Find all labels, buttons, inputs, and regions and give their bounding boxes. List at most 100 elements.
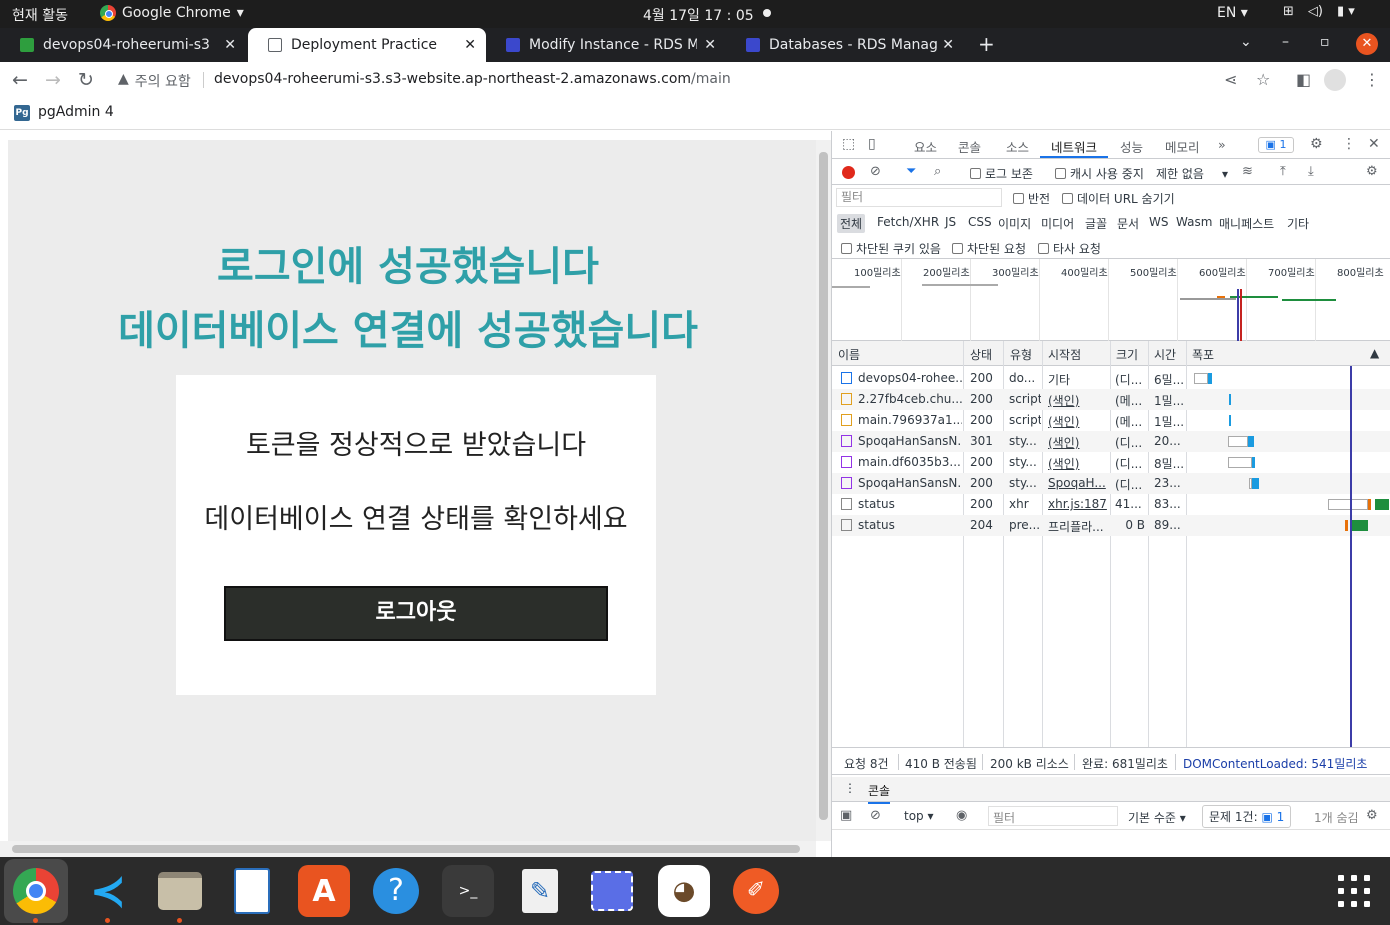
clear-console-icon[interactable]: ⊘ [870,808,881,823]
disable-cache-checkbox[interactable]: 캐시 사용 중지 [1055,165,1144,182]
console-settings-gear-icon[interactable]: ⚙ [1366,808,1378,823]
close-devtools-icon[interactable]: ✕ [1368,136,1380,152]
table-row[interactable]: main.df6035b3.... 200 sty... (색인) (디... … [832,452,1390,473]
reload-button[interactable]: ↻ [78,69,94,91]
type-fetch-xhr[interactable]: Fetch/XHR [874,214,942,230]
device-toggle-icon[interactable]: ▯ [868,136,876,152]
writer-icon[interactable] [226,865,278,917]
inspect-icon[interactable]: ⬚ [842,136,855,152]
url-field[interactable]: devops04-roheerumi-s3.s3-website.ap-nort… [214,71,731,87]
context-select[interactable]: top ▾ [904,809,934,823]
tab-memory[interactable]: 메모리 [1165,137,1200,156]
type-media[interactable]: 미디어 [1038,214,1077,233]
horizontal-scrollbar[interactable] [0,841,816,857]
filter-input[interactable]: 필터 [836,188,1002,207]
request-initiator[interactable]: (색인) [1048,434,1108,451]
chrome-icon[interactable] [10,865,62,917]
browser-tab[interactable]: Databases - RDS Managem ✕ [726,28,964,62]
type-css[interactable]: CSS [965,214,995,230]
blocked-requests-checkbox[interactable]: 차단된 요청 [952,240,1026,257]
tab-console[interactable]: 콘솔 [958,137,981,156]
sidebar-toggle-icon[interactable]: ▣ [840,808,852,823]
hide-data-urls-checkbox[interactable]: 데이터 URL 숨기기 [1062,190,1175,207]
column-name[interactable]: 이름 [838,346,860,363]
type-all[interactable]: 전체 [837,214,866,233]
issues-button[interactable]: 문제 1건: ▣ 1 [1202,805,1292,828]
vscode-icon[interactable]: ≺ [82,865,134,917]
close-icon[interactable]: ✕ [464,37,476,53]
security-warning[interactable]: ▲ 주의 요함 [118,71,191,91]
share-icon[interactable]: ⋖ [1224,70,1237,89]
tab-search-chevron-icon[interactable]: ⌄ [1240,34,1252,50]
request-initiator[interactable]: (색인) [1048,455,1108,472]
console-filter-input[interactable]: 필터 [988,806,1118,826]
table-row[interactable]: SpoqaHanSansN... 200 sty... SpoqaH... (디… [832,473,1390,494]
import-har-icon[interactable]: ⤒ [1280,164,1286,179]
browser-tab[interactable]: Modify Instance - RDS Man ✕ [486,28,726,62]
browser-tab[interactable]: devops04-roheerumi-s3 - S ✕ [0,28,246,62]
system-menu[interactable]: ⊞ ◁) ▮ ▾ [1283,4,1355,19]
forward-button[interactable]: → [45,69,61,91]
type-img[interactable]: 이미지 [995,214,1034,233]
column-size[interactable]: 크기 [1116,346,1138,363]
devtools-menu-icon[interactable]: ⋮ [1342,136,1356,152]
tab-performance[interactable]: 성능 [1120,137,1143,156]
export-har-icon[interactable]: ⤓ [1308,164,1314,179]
network-conditions-icon[interactable]: ≋ [1242,164,1253,179]
tab-network[interactable]: 네트워크 [1051,137,1097,156]
bookmark-star-icon[interactable]: ☆ [1256,70,1270,89]
window-close-button[interactable]: ✕ [1356,33,1378,55]
type-wasm[interactable]: Wasm [1173,214,1215,230]
browser-tab-active[interactable]: Deployment Practice ✕ [248,28,486,62]
type-js[interactable]: JS [942,214,959,230]
drawer-tab-console[interactable]: 콘솔 [868,782,891,804]
table-row[interactable]: 2.27fb4ceb.chu... 200 script (색인) (메... … [832,389,1390,410]
side-panel-icon[interactable]: ◧ [1296,70,1311,89]
close-icon[interactable]: ✕ [224,37,236,53]
type-other[interactable]: 기타 [1284,214,1312,233]
request-initiator[interactable]: SpoqaH... [1048,476,1108,490]
request-initiator[interactable]: xhr.js:187 [1048,497,1108,511]
type-doc[interactable]: 문서 [1114,214,1142,233]
request-initiator[interactable]: (색인) [1048,413,1108,430]
type-font[interactable]: 글꼴 [1082,214,1110,233]
profile-avatar[interactable] [1324,69,1346,91]
back-button[interactable]: ← [12,69,28,91]
tab-elements[interactable]: 요소 [914,137,937,156]
third-party-checkbox[interactable]: 타사 요청 [1038,240,1101,257]
dbeaver-icon[interactable]: ◕ [658,865,710,917]
drawer-menu-icon[interactable]: ⋮ [844,781,856,795]
filter-icon[interactable]: ⏷ [906,164,916,179]
logout-button[interactable]: 로그아웃 [224,586,608,641]
timeline-overview[interactable]: 100밀리초 200밀리초 300밀리초 400밀리초 500밀리초 600밀리… [832,259,1390,341]
network-settings-gear-icon[interactable]: ⚙ [1366,164,1378,179]
tab-sources[interactable]: 소스 [1006,137,1029,156]
type-manifest[interactable]: 매니페스트 [1216,214,1277,233]
preserve-log-checkbox[interactable]: 로그 보존 [970,165,1033,182]
sort-asc-icon[interactable]: ▲ [1370,346,1379,360]
clock[interactable]: 4월 17일 17 : 05 [643,5,754,25]
issues-badge[interactable]: ▣ 1 [1258,137,1294,153]
eye-icon[interactable]: ◉ [956,808,967,823]
column-status[interactable]: 상태 [970,346,992,363]
screenshot-icon[interactable] [586,865,638,917]
close-icon[interactable]: ✕ [942,37,954,53]
table-row[interactable]: SpoqaHanSansN... 301 sty... (색인) (디... 2… [832,431,1390,452]
search-icon[interactable]: ⌕ [934,164,941,179]
maximize-button[interactable]: ▫ [1320,34,1330,50]
show-applications-icon[interactable] [1338,875,1370,907]
new-tab-button[interactable]: + [978,32,995,56]
clear-icon[interactable]: ⊘ [870,164,881,179]
postman-icon[interactable]: ✐ [730,865,782,917]
terminal-icon[interactable]: >_ [442,865,494,917]
column-time[interactable]: 시간 [1154,346,1176,363]
bookmark-pgadmin[interactable]: pgAdmin 4 [38,104,114,120]
files-icon[interactable] [154,865,206,917]
help-icon[interactable]: ? [370,865,422,917]
log-levels-select[interactable]: 기본 수준 ▾ [1128,809,1186,826]
table-row[interactable]: status 200 xhr xhr.js:187 41... 83... [832,494,1390,515]
column-initiator[interactable]: 시작점 [1048,346,1081,363]
type-ws[interactable]: WS [1146,214,1171,230]
software-icon[interactable]: A [298,865,350,917]
blocked-cookies-checkbox[interactable]: 차단된 쿠키 있음 [841,240,941,257]
